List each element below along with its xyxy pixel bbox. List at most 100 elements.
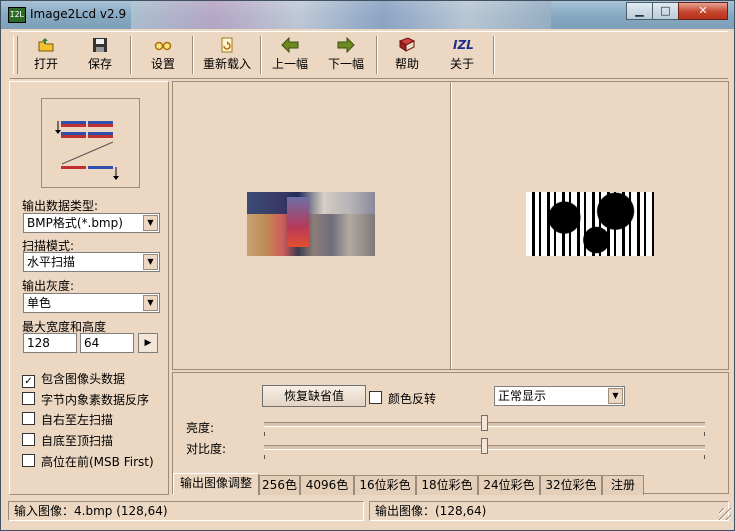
tab-4096-color[interactable]: 4096色 xyxy=(300,475,354,495)
preview-divider[interactable] xyxy=(450,82,452,369)
checkbox-box[interactable] xyxy=(22,454,35,467)
toolbar-grip[interactable] xyxy=(13,36,18,74)
tab-32bit-color[interactable]: 32位彩色 xyxy=(540,475,602,495)
invert-colors-checkbox[interactable]: 颜色反转 xyxy=(369,390,436,407)
checkbox-box[interactable] xyxy=(22,412,35,425)
resize-grip[interactable] xyxy=(719,508,731,520)
input-image xyxy=(247,192,375,256)
save-button[interactable]: 保存 xyxy=(78,35,122,75)
chevron-down-icon[interactable]: ▼ xyxy=(608,388,623,404)
tab-16bit-color[interactable]: 16位彩色 xyxy=(354,475,416,495)
output-image-status: 输出图像：(128,64) xyxy=(369,501,729,521)
settings-panel: 输出数据类型: BMP格式(*.bmp) ▼ 扫描模式: 水平扫描 ▼ 输出灰度… xyxy=(9,81,169,495)
maximize-button[interactable]: □ xyxy=(652,2,679,20)
toolbar-separator xyxy=(493,36,495,74)
checkbox-box[interactable] xyxy=(369,391,382,404)
left-arrow-icon xyxy=(281,37,299,53)
tab-24bit-color[interactable]: 24位彩色 xyxy=(478,475,540,495)
settings-glasses-icon xyxy=(154,41,172,51)
output-type-value: BMP格式(*.bmp) xyxy=(27,216,123,230)
include-header-checkbox[interactable]: ✓ 包含图像头数据 xyxy=(22,370,126,388)
right-arrow-icon xyxy=(337,37,355,53)
window-title: Image2Lcd v2.9 xyxy=(30,7,127,21)
settings-button[interactable]: 设置 xyxy=(141,35,185,75)
title-bar-background xyxy=(131,1,551,29)
right-to-left-checkbox[interactable]: 自右至左扫描 xyxy=(22,411,113,427)
toolbar-separator xyxy=(376,36,378,74)
about-logo-icon: IZL xyxy=(453,38,474,52)
scan-mode-value: 水平扫描 xyxy=(27,255,76,269)
app-window: I2L Image2Lcd v2.9 ▁ □ ✕ 打开 保存 设置 重新载入 上… xyxy=(0,0,735,531)
bottom-to-top-checkbox[interactable]: 自底至顶扫描 xyxy=(22,432,113,448)
chevron-down-icon[interactable]: ▼ xyxy=(143,254,158,270)
next-image-button[interactable]: 下一幅 xyxy=(324,35,368,75)
output-image xyxy=(526,192,654,256)
msb-first-checkbox[interactable]: 高位在前(MSB First) xyxy=(22,453,154,469)
image-preview-area xyxy=(172,81,729,370)
tab-register[interactable]: 注册 xyxy=(602,475,644,495)
checkbox-box[interactable] xyxy=(22,392,35,405)
display-mode-select[interactable]: 正常显示 ▼ xyxy=(494,386,625,406)
next-image-label: 下一幅 xyxy=(327,57,364,71)
slider-tick xyxy=(704,432,705,436)
chevron-down-icon[interactable]: ▼ xyxy=(143,215,158,231)
include-header-label: 包含图像头数据 xyxy=(41,372,126,386)
tab-18bit-color[interactable]: 18位彩色 xyxy=(416,475,478,495)
help-button[interactable]: 帮助 xyxy=(385,35,429,75)
max-height-input[interactable]: 64 xyxy=(80,333,134,353)
reload-button[interactable]: 重新载入 xyxy=(198,35,256,75)
about-button[interactable]: IZL 关于 xyxy=(440,35,484,75)
help-book-icon xyxy=(398,37,416,52)
size-spin-button[interactable]: ▶ xyxy=(138,333,158,353)
invert-colors-label: 颜色反转 xyxy=(388,392,437,406)
contrast-slider-thumb[interactable] xyxy=(481,438,488,454)
slider-tick xyxy=(704,455,705,459)
slider-tick xyxy=(264,432,265,436)
gray-level-label: 输出灰度: xyxy=(22,279,75,293)
previous-image-button[interactable]: 上一幅 xyxy=(268,35,312,75)
brightness-slider-thumb[interactable] xyxy=(481,415,488,431)
bottom-to-top-label: 自底至顶扫描 xyxy=(41,434,114,448)
scan-mode-select[interactable]: 水平扫描 ▼ xyxy=(23,252,160,272)
gray-level-value: 单色 xyxy=(27,296,52,310)
save-floppy-icon xyxy=(93,38,107,52)
help-button-label: 帮助 xyxy=(394,57,419,71)
reverse-byte-pixels-label: 字节内象素数据反序 xyxy=(41,393,150,407)
status-bar: 输入图像：4.bmp (128,64) 输出图像：(128,64) xyxy=(2,498,733,522)
checkbox-box[interactable] xyxy=(22,433,35,446)
scan-mode-preview xyxy=(41,98,140,188)
toolbar: 打开 保存 设置 重新载入 上一幅 下一幅 帮助 IZL 关于 xyxy=(10,31,728,79)
about-button-label: 关于 xyxy=(449,57,474,71)
minimize-button[interactable]: ▁ xyxy=(626,2,653,20)
scan-direction-diagram xyxy=(43,100,138,186)
tab-output-adjust[interactable]: 输出图像调整 xyxy=(173,473,259,495)
open-button-label: 打开 xyxy=(33,57,58,71)
slider-tick xyxy=(264,455,265,459)
open-button[interactable]: 打开 xyxy=(24,35,68,75)
settings-button-label: 设置 xyxy=(150,57,175,71)
checkbox-box[interactable]: ✓ xyxy=(22,375,35,388)
brightness-label: 亮度: xyxy=(186,421,215,435)
reload-button-label: 重新载入 xyxy=(202,57,251,71)
display-mode-value: 正常显示 xyxy=(498,389,547,403)
tab-256-color[interactable]: 256色 xyxy=(259,475,300,495)
app-logo-icon[interactable]: I2L xyxy=(8,7,26,23)
close-button[interactable]: ✕ xyxy=(678,2,728,20)
output-type-select[interactable]: BMP格式(*.bmp) ▼ xyxy=(23,213,160,233)
toolbar-separator xyxy=(130,36,132,74)
reload-icon xyxy=(221,37,233,53)
toolbar-separator xyxy=(192,36,194,74)
restore-defaults-button[interactable]: 恢复缺省值 xyxy=(262,385,366,407)
open-folder-icon xyxy=(38,38,54,52)
gray-level-select[interactable]: 单色 ▼ xyxy=(23,293,160,313)
save-button-label: 保存 xyxy=(87,57,112,71)
right-to-left-label: 自右至左扫描 xyxy=(41,413,114,427)
chevron-down-icon[interactable]: ▼ xyxy=(143,295,158,311)
contrast-label: 对比度: xyxy=(186,442,227,456)
title-bar[interactable]: I2L Image2Lcd v2.9 ▁ □ ✕ xyxy=(1,1,734,29)
max-width-input[interactable]: 128 xyxy=(23,333,77,353)
input-image-status: 输入图像：4.bmp (128,64) xyxy=(8,501,364,521)
reverse-byte-pixels-checkbox[interactable]: 字节内象素数据反序 xyxy=(22,391,149,407)
toolbar-separator xyxy=(260,36,262,74)
previous-image-label: 上一幅 xyxy=(271,57,308,71)
